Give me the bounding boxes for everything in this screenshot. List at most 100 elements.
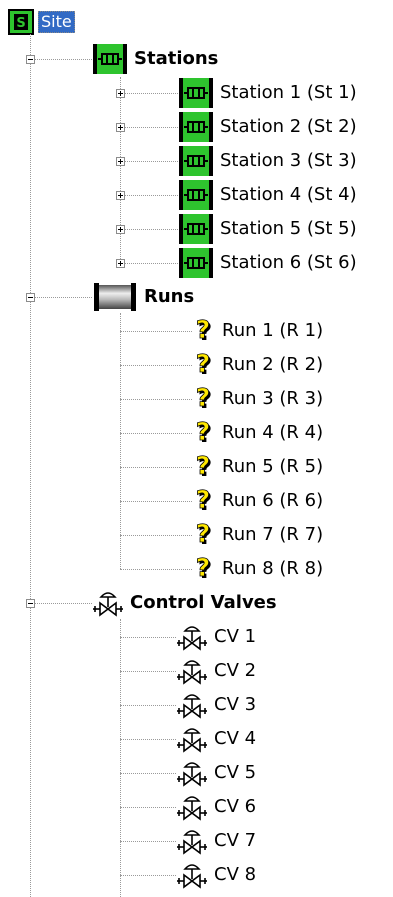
station-item[interactable]: Station 6 (St 6)	[178, 247, 357, 279]
control-valve-item-label: CV 4	[214, 728, 257, 749]
station-item[interactable]: Station 1 (St 1)	[178, 77, 357, 109]
tree-line	[120, 501, 192, 502]
tree-line	[30, 603, 92, 604]
station-icon	[92, 43, 128, 75]
station-icon	[178, 145, 214, 177]
tree-line	[120, 739, 176, 740]
station-item[interactable]: Station 4 (St 4)	[178, 179, 357, 211]
run-item[interactable]: ?? Run 4 (R 4)	[192, 417, 323, 449]
control-valve-item[interactable]: CV 8	[176, 859, 256, 891]
station-item[interactable]: Station 5 (St 5)	[178, 213, 357, 245]
tree-line	[120, 77, 121, 263]
station-item-label: Station 6 (St 6)	[220, 252, 357, 273]
control-valve-item-label: CV 1	[214, 626, 257, 647]
stations-group-node-label: Stations	[134, 48, 219, 69]
question-mark-icon: ??	[192, 485, 216, 516]
tree-line	[120, 637, 176, 638]
station-item-label: Station 3 (St 3)	[220, 150, 357, 171]
control-valve-item[interactable]: CV 3	[176, 689, 256, 721]
run-item-label: Run 2 (R 2)	[222, 354, 324, 375]
run-item-label: Run 3 (R 3)	[222, 388, 324, 409]
station-icon	[178, 213, 214, 245]
station-item-label: Station 4 (St 4)	[220, 184, 357, 205]
run-item-label: Run 6 (R 6)	[222, 490, 324, 511]
question-mark-icon: ??	[192, 519, 216, 550]
tree-line	[120, 807, 176, 808]
control-valves-group-node[interactable]: Control Valves	[92, 587, 277, 619]
stations-group-node[interactable]: Stations	[92, 43, 218, 75]
station-item-expander[interactable]	[116, 259, 125, 268]
tree-line	[120, 229, 178, 230]
control-valve-item[interactable]: CV 7	[176, 825, 256, 857]
run-item[interactable]: ?? Run 8 (R 8)	[192, 553, 323, 585]
control-valve-item[interactable]: CV 4	[176, 723, 256, 755]
run-item[interactable]: ?? Run 5 (R 5)	[192, 451, 323, 483]
valve-icon	[176, 825, 208, 857]
tree-line	[120, 331, 192, 332]
site-tree-view[interactable]: S Site Stations Station 1 (St 1) Station 2…	[0, 0, 393, 897]
station-icon	[178, 111, 214, 143]
svg-text:?: ?	[196, 419, 211, 446]
station-item[interactable]: Station 3 (St 3)	[178, 145, 357, 177]
run-item[interactable]: ?? Run 7 (R 7)	[192, 519, 323, 551]
valve-icon	[176, 859, 208, 891]
tree-line	[120, 433, 192, 434]
tree-line	[120, 467, 192, 468]
svg-text:S: S	[16, 16, 25, 31]
tree-line	[120, 399, 192, 400]
run-item[interactable]: ?? Run 2 (R 2)	[192, 349, 323, 381]
tree-root-site[interactable]: S Site	[8, 6, 75, 38]
control-valve-item-label: CV 2	[214, 660, 257, 681]
control-valve-item-label: CV 7	[214, 830, 257, 851]
station-item-expander[interactable]	[116, 157, 125, 166]
run-item-label: Run 8 (R 8)	[222, 558, 324, 579]
site-icon: S	[8, 9, 34, 35]
tree-line	[120, 841, 176, 842]
runs-group-node[interactable]: Runs	[92, 281, 194, 313]
run-item[interactable]: ?? Run 1 (R 1)	[192, 315, 323, 347]
valve-icon	[176, 621, 208, 653]
control-valve-item[interactable]: CV 1	[176, 621, 256, 653]
station-item-label: Station 1 (St 1)	[220, 82, 357, 103]
stations-group-expander[interactable]	[26, 55, 35, 64]
tree-line	[120, 569, 192, 570]
question-mark-icon: ??	[192, 315, 216, 346]
tree-line	[30, 34, 31, 897]
control-valve-item[interactable]: CV 2	[176, 655, 256, 687]
tree-line	[120, 313, 121, 569]
tree-line	[120, 619, 121, 897]
station-item-expander[interactable]	[116, 225, 125, 234]
svg-text:?: ?	[196, 521, 211, 548]
run-item[interactable]: ?? Run 3 (R 3)	[192, 383, 323, 415]
run-item-label: Run 7 (R 7)	[222, 524, 324, 545]
run-item-label: Run 5 (R 5)	[222, 456, 324, 477]
question-mark-icon: ??	[192, 417, 216, 448]
svg-text:?: ?	[196, 317, 211, 344]
valve-icon	[176, 791, 208, 823]
control-valve-item[interactable]: CV 6	[176, 791, 256, 823]
tree-line	[120, 93, 178, 94]
runs-group-node-label: Runs	[144, 286, 195, 307]
tree-line	[120, 127, 178, 128]
control-valve-item-label: CV 5	[214, 762, 257, 783]
station-item[interactable]: Station 2 (St 2)	[178, 111, 357, 143]
tree-root-label[interactable]: Site	[38, 11, 75, 33]
station-icon	[178, 247, 214, 279]
control-valve-item[interactable]: CV 5	[176, 757, 256, 789]
station-icon	[178, 179, 214, 211]
tree-line	[30, 297, 92, 298]
tree-line	[120, 773, 176, 774]
run-item[interactable]: ?? Run 6 (R 6)	[192, 485, 323, 517]
tree-line	[120, 365, 192, 366]
station-item-expander[interactable]	[116, 123, 125, 132]
station-item-expander[interactable]	[116, 89, 125, 98]
svg-text:?: ?	[196, 555, 211, 582]
control-valves-group-expander[interactable]	[26, 599, 35, 608]
svg-text:?: ?	[196, 487, 211, 514]
runs-group-expander[interactable]	[26, 293, 35, 302]
svg-text:?: ?	[196, 385, 211, 412]
control-valves-group-node-label: Control Valves	[130, 592, 277, 613]
question-mark-icon: ??	[192, 451, 216, 482]
station-item-expander[interactable]	[116, 191, 125, 200]
run-item-label: Run 1 (R 1)	[222, 320, 324, 341]
